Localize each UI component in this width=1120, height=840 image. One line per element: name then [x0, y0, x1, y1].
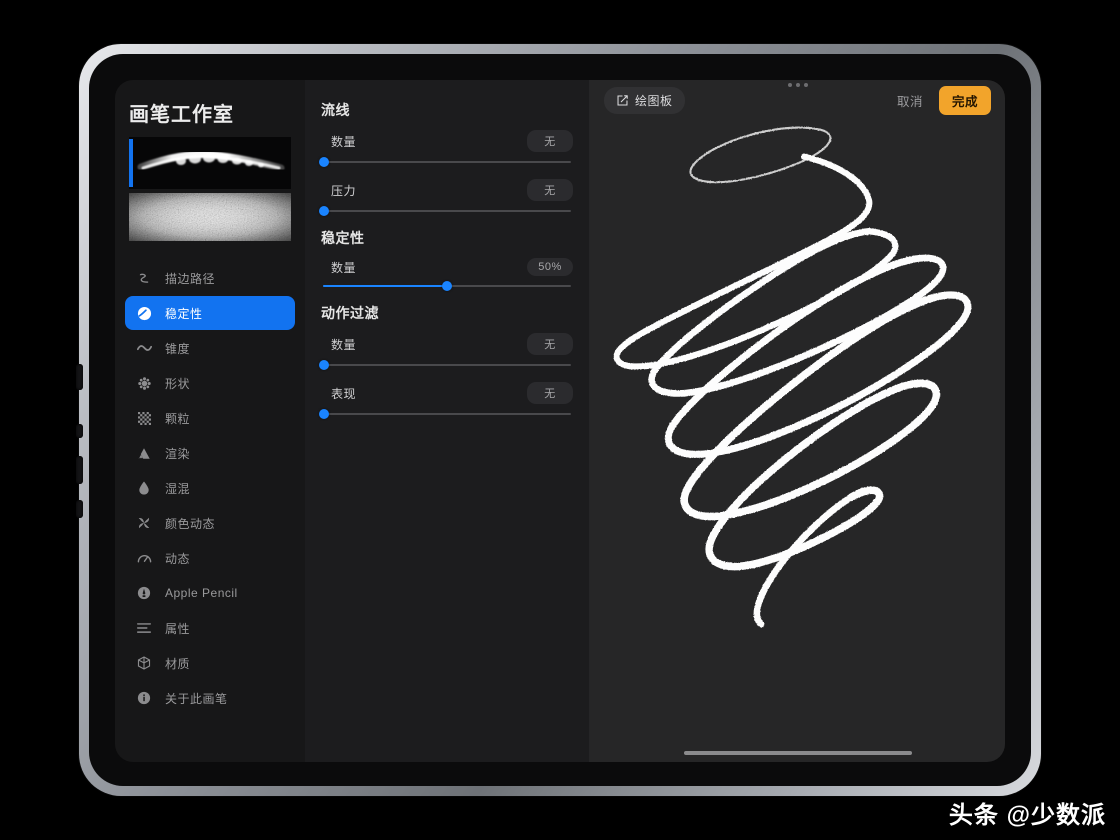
slider-row-motion-expression: 表现 无	[319, 382, 573, 419]
sidebar-item-grain[interactable]: 颗粒	[125, 401, 295, 435]
brush-studio-sidebar: 画笔工作室 描边路径 稳定性 锥度 形状 颗粒 渲染 湿混 颜色动态 动态 Ap…	[115, 80, 305, 762]
sidebar-item-label: 动态	[165, 551, 191, 566]
settings-group-streamline: 流线 数量 无 压力 无	[319, 100, 573, 216]
brush-preview-section	[115, 137, 305, 241]
slider-row-streamline-pressure: 压力 无	[319, 179, 573, 216]
slider-row-stabilization-amount: 数量 50%	[321, 258, 573, 291]
slider-track[interactable]	[319, 409, 571, 419]
sidebar-item-apple-pencil[interactable]: Apple Pencil	[125, 576, 295, 610]
tablet-device: 画笔工作室 描边路径 稳定性 锥度 形状 颗粒 渲染 湿混 颜色动态 动态 Ap…	[76, 44, 1041, 796]
apple-pencil-icon	[133, 586, 155, 600]
side-button-lower[interactable]	[76, 456, 83, 484]
slider-value-badge: 无	[527, 382, 573, 404]
slider-track[interactable]	[319, 157, 571, 167]
sidebar-item-label: 描边路径	[165, 271, 216, 286]
dynamics-gauge-icon	[133, 552, 155, 564]
brush-grain-preview[interactable]	[129, 193, 291, 241]
sidebar-item-about-brush[interactable]: 关于此画笔	[125, 681, 295, 715]
taper-wave-icon	[133, 343, 155, 353]
sidebar-item-wet-mix[interactable]: 湿混	[125, 471, 295, 505]
watermark-text: 头条 @少数派	[948, 802, 1106, 829]
panel-drag-handle[interactable]	[787, 83, 808, 87]
brush-stroke-preview[interactable]	[129, 137, 291, 189]
render-mountain-icon	[133, 447, 155, 460]
sidebar-item-label: 属性	[165, 621, 191, 636]
sidebar-item-properties[interactable]: 属性	[125, 611, 295, 645]
sidebar-item-label: 关于此画笔	[165, 691, 228, 706]
tablet-bezel: 画笔工作室 描边路径 稳定性 锥度 形状 颗粒 渲染 湿混 颜色动态 动态 Ap…	[89, 54, 1031, 786]
slider-label: 数量	[331, 134, 357, 149]
slider-row-streamline-amount: 数量 无	[319, 130, 573, 167]
canvas-scribble-stroke	[613, 126, 972, 628]
sidebar-item-taper[interactable]: 锥度	[125, 331, 295, 365]
sidebar-item-label: 湿混	[165, 481, 191, 496]
slider-value-badge: 无	[527, 333, 573, 355]
slider-track[interactable]	[319, 206, 571, 216]
shape-burst-icon	[133, 376, 155, 390]
sidebar-item-label: 渲染	[165, 446, 191, 461]
sidebar-item-stabilization[interactable]: 稳定性	[125, 296, 295, 330]
grain-icon	[133, 411, 155, 425]
group-title: 稳定性	[321, 230, 365, 246]
cancel-button[interactable]: 取消	[887, 86, 933, 115]
side-button-top[interactable]	[76, 364, 83, 390]
slider-row-motion-amount: 数量 无	[319, 333, 573, 370]
pencil-square-icon	[616, 94, 629, 107]
drawing-board-label: 绘图板	[635, 93, 673, 108]
slider-value-badge: 无	[527, 179, 573, 201]
stroke-path-icon	[133, 272, 155, 285]
slider-knob[interactable]	[319, 409, 330, 419]
settings-group-motion-filtering: 动作过滤 数量 无 表现 无	[319, 303, 573, 419]
sidebar-item-label: Apple Pencil	[165, 586, 238, 600]
sidebar-item-label: 形状	[165, 376, 191, 391]
group-title: 动作过滤	[321, 305, 379, 321]
sidebar-item-label: 颜色动态	[165, 516, 216, 531]
properties-list-icon	[133, 622, 155, 634]
slider-label: 表现	[331, 386, 357, 401]
slider-label: 数量	[331, 337, 357, 352]
sidebar-item-stroke-path[interactable]: 描边路径	[125, 261, 295, 295]
slider-label: 数量	[331, 260, 357, 275]
slider-knob[interactable]	[319, 360, 330, 370]
slider-track[interactable]	[323, 281, 571, 291]
sidebar-item-label: 锥度	[165, 341, 191, 356]
stabilization-icon	[133, 306, 155, 321]
wet-mix-droplet-icon	[133, 481, 155, 495]
side-button-bottom[interactable]	[76, 500, 83, 518]
screenshot-root: 画笔工作室 描边路径 稳定性 锥度 形状 颗粒 渲染 湿混 颜色动态 动态 Ap…	[0, 0, 1120, 840]
slider-label: 压力	[331, 183, 357, 198]
page-title: 画笔工作室	[129, 104, 234, 126]
drawing-board-button[interactable]: 绘图板	[604, 86, 685, 114]
side-button-middle[interactable]	[76, 424, 83, 438]
slider-value-badge: 50%	[527, 258, 573, 276]
sidebar-item-color-dynamics[interactable]: 颜色动态	[125, 506, 295, 540]
sidebar-item-label: 稳定性	[165, 306, 203, 321]
info-circle-icon	[133, 691, 155, 705]
slider-knob[interactable]	[319, 157, 330, 167]
group-title: 流线	[321, 102, 350, 118]
settings-panel: 流线 数量 无 压力 无 稳定性 数量 50% 动作过滤 数量 无 表现 无	[305, 80, 590, 762]
sidebar-item-label: 材质	[165, 656, 191, 671]
brush-settings-nav: 描边路径 稳定性 锥度 形状 颗粒 渲染 湿混 颜色动态 动态 Apple Pe…	[115, 261, 305, 715]
slider-knob[interactable]	[442, 281, 452, 291]
slider-knob[interactable]	[319, 206, 330, 216]
color-dynamics-icon	[133, 516, 155, 530]
sidebar-item-shape[interactable]: 形状	[125, 366, 295, 400]
sidebar-item-material[interactable]: 材质	[125, 646, 295, 680]
sidebar-item-dynamics[interactable]: 动态	[125, 541, 295, 575]
preview-accent-bar	[129, 139, 133, 187]
sidebar-item-render[interactable]: 渲染	[125, 436, 295, 470]
slider-value-badge: 无	[527, 130, 573, 152]
done-button[interactable]: 完成	[938, 85, 991, 115]
sidebar-item-label: 颗粒	[165, 411, 191, 426]
tablet-screen: 画笔工作室 描边路径 稳定性 锥度 形状 颗粒 渲染 湿混 颜色动态 动态 Ap…	[115, 80, 1005, 762]
settings-group-stabilization: 稳定性 数量 50%	[321, 228, 573, 291]
material-cube-icon	[133, 656, 155, 670]
home-indicator[interactable]	[683, 751, 912, 755]
drawing-canvas-area[interactable]: 绘图板 取消 完成	[590, 80, 1005, 762]
slider-track[interactable]	[319, 360, 571, 370]
